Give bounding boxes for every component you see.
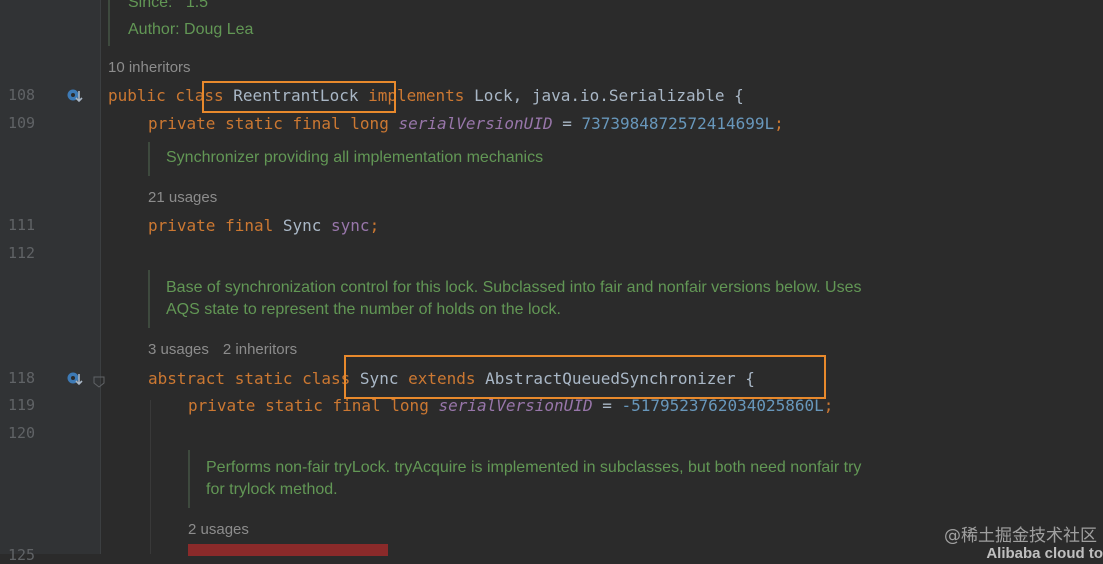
since-label: Since: <box>128 0 173 11</box>
sync-usages-hint[interactable]: 21 usages <box>148 189 231 206</box>
doc-bar-header <box>108 0 110 46</box>
watermark-text: @稀土掘金技术社区 <box>944 526 1097 546</box>
doc-since: Since: 1.5 <box>128 0 208 14</box>
breakpoint-highlight <box>188 544 388 556</box>
method-usages-hint[interactable]: 2 usages <box>188 521 263 538</box>
highlight-box-reentrantlock <box>202 81 396 113</box>
code-line-111: private final Sync sync; <box>148 216 380 235</box>
doc-bar-sync-class <box>148 270 150 328</box>
overridden-method-icon[interactable] <box>66 87 83 103</box>
inner-usages-hint[interactable]: 3 usages <box>148 341 209 358</box>
doc-method-line1: Performs non-fair tryLock. tryAcquire is… <box>206 459 862 476</box>
doc-sync-class-line1: Base of synchronization control for this… <box>166 279 862 296</box>
since-value: 1.5 <box>185 0 209 11</box>
line-number: 120 <box>8 424 36 442</box>
overridden-class-icon[interactable] <box>66 370 83 386</box>
line-number: 125 <box>8 546 36 564</box>
doc-author: Author: Doug Lea <box>128 19 253 41</box>
author-value: Doug Lea <box>184 21 254 38</box>
doc-sync-class-line2: AQS state to represent the number of hol… <box>166 301 561 318</box>
line-number: 112 <box>8 244 36 262</box>
inner-class-hints[interactable]: 3 usages 2 inheritors <box>148 341 311 358</box>
highlight-box-sync-extends <box>344 355 826 399</box>
code-line-109: private static final long serialVersionU… <box>148 114 784 133</box>
line-number: 109 <box>8 114 36 132</box>
line-number: 108 <box>8 86 36 104</box>
class-inheritors-hint[interactable]: 10 inheritors <box>108 59 205 76</box>
indent-guide <box>150 400 151 554</box>
author-label: Author: <box>128 21 180 38</box>
doc-bar-sync-field <box>148 142 150 176</box>
code-line-119: private static final long serialVersionU… <box>188 396 834 415</box>
doc-bar-method <box>188 450 190 508</box>
line-number: 118 <box>8 369 36 387</box>
line-number: 111 <box>8 216 36 234</box>
doc-method-line2: for trylock method. <box>206 481 338 498</box>
doc-sync-field: Synchronizer providing all implementatio… <box>166 149 544 166</box>
fold-icon[interactable] <box>93 373 105 388</box>
line-number: 119 <box>8 396 36 414</box>
inner-inheritors-hint[interactable]: 2 inheritors <box>223 341 297 358</box>
editor-gutter <box>0 0 101 554</box>
